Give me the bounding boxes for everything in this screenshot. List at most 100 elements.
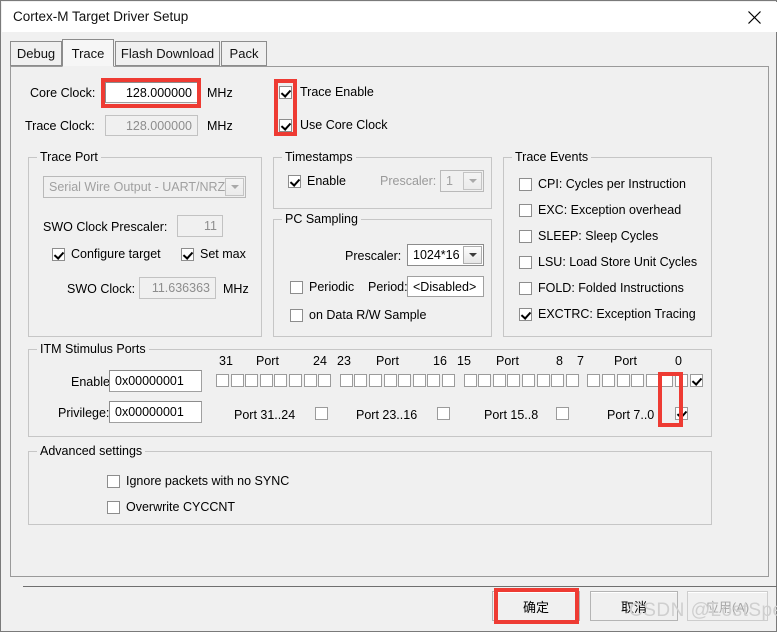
trace-clock-unit: MHz xyxy=(207,119,233,133)
pc-prescaler-select[interactable]: 1024*16 xyxy=(407,244,484,266)
itm-port-bit-20[interactable] xyxy=(383,374,397,387)
itm-group-23-16-checkbox[interactable] xyxy=(437,407,450,420)
pc-prescaler-label: Prescaler: xyxy=(345,249,402,263)
itm-port-bit-9[interactable] xyxy=(551,374,565,387)
tab-trace[interactable]: Trace xyxy=(62,39,114,67)
timestamps-enable-checkbox[interactable] xyxy=(288,175,301,188)
itm-scale-15: 15 xyxy=(457,354,471,368)
itm-port-bit-5[interactable] xyxy=(616,374,630,387)
itm-port-bit-10[interactable] xyxy=(536,374,550,387)
window-title: Cortex-M Target Driver Setup xyxy=(13,9,189,24)
itm-port-bit-0[interactable] xyxy=(689,374,703,387)
itm-port-bit-27[interactable] xyxy=(274,374,288,387)
itm-port-bit-8[interactable] xyxy=(565,374,579,387)
itm-enable-label: Enable: xyxy=(71,375,114,389)
itm-port-bit-7[interactable] xyxy=(587,374,601,387)
itm-port-bit-28[interactable] xyxy=(259,374,273,387)
pc-sampling-group-title: PC Sampling xyxy=(282,212,361,226)
pc-data-rw-checkbox[interactable] xyxy=(290,309,303,322)
itm-port-bit-31[interactable] xyxy=(216,374,229,387)
itm-port-bit-13[interactable] xyxy=(492,374,506,387)
tab-flash-download-label: Flash Download xyxy=(120,46,215,61)
itm-port-bit-2[interactable] xyxy=(660,374,674,387)
itm-port-bit-22[interactable] xyxy=(354,374,368,387)
close-icon[interactable] xyxy=(731,2,777,32)
trace-clock-input: 128.000000 xyxy=(105,115,198,136)
pc-periodic-checkbox[interactable] xyxy=(290,281,303,294)
ignore-no-sync-label: Ignore packets with no SYNC xyxy=(126,474,290,488)
itm-stimulus-ports-group: ITM Stimulus Ports Enable: 0x00000001 Pr… xyxy=(28,342,712,437)
configure-target-checkbox[interactable] xyxy=(52,248,65,261)
pc-period-label: Period: xyxy=(368,280,408,294)
itm-port-bit-6[interactable] xyxy=(602,374,615,387)
core-clock-unit: MHz xyxy=(207,86,233,100)
trace-port-group: Trace Port Serial Wire Output - UART/NRZ… xyxy=(28,150,262,337)
trace-enable-label: Trace Enable xyxy=(300,85,374,99)
set-max-checkbox[interactable] xyxy=(181,248,194,261)
itm-port-bit-16[interactable] xyxy=(442,374,455,387)
ok-button-label: 确定 xyxy=(522,599,549,615)
chevron-down-icon[interactable] xyxy=(463,246,482,264)
trace-event-lsu-checkbox[interactable] xyxy=(519,256,532,269)
timestamps-prescaler-select[interactable]: 1 xyxy=(440,170,484,192)
itm-scale-port-b: Port xyxy=(376,354,399,368)
tab-flash-download[interactable]: Flash Download xyxy=(115,41,220,66)
itm-port-bit-24[interactable] xyxy=(318,374,332,387)
itm-port-bit-23[interactable] xyxy=(339,374,353,387)
trace-events-group-title: Trace Events xyxy=(512,150,592,164)
itm-enable-input[interactable]: 0x00000001 xyxy=(109,370,202,392)
trace-event-cpi-checkbox[interactable] xyxy=(519,178,532,191)
timestamps-prescaler-label: Prescaler: xyxy=(380,174,437,188)
itm-group-7-0-checkbox[interactable] xyxy=(675,407,688,420)
itm-port-bit-1[interactable] xyxy=(675,374,688,387)
trace-event-sleep-checkbox[interactable] xyxy=(519,230,532,243)
pc-data-rw-label: on Data R/W Sample xyxy=(309,308,427,322)
trace-event-exctrc-checkbox[interactable] xyxy=(519,308,532,321)
itm-scale-port-d: Port xyxy=(614,354,637,368)
trace-event-fold-checkbox[interactable] xyxy=(519,282,532,295)
itm-port-bit-17[interactable] xyxy=(427,374,441,387)
itm-group-15-8-checkbox[interactable] xyxy=(556,407,569,420)
trace-protocol-select[interactable]: Serial Wire Output - UART/NRZ xyxy=(43,176,246,198)
core-clock-input[interactable]: 128.000000 xyxy=(105,82,198,103)
itm-port-bit-30[interactable] xyxy=(230,374,244,387)
tab-pack[interactable]: Pack xyxy=(221,41,267,66)
itm-port-bit-29[interactable] xyxy=(245,374,259,387)
itm-port-bit-21[interactable] xyxy=(369,374,382,387)
ok-button[interactable]: 确定 xyxy=(492,591,580,621)
tab-debug-label: Debug xyxy=(16,46,56,61)
timestamps-prescaler-value: 1 xyxy=(446,174,453,188)
swo-prescaler-input[interactable]: 11 xyxy=(177,215,223,237)
itm-port-bit-11[interactable] xyxy=(522,374,535,387)
itm-port-bit-12[interactable] xyxy=(507,374,521,387)
itm-port-bit-19[interactable] xyxy=(398,374,412,387)
itm-group-31-24-checkbox[interactable] xyxy=(315,407,328,420)
chevron-down-icon[interactable] xyxy=(225,178,244,196)
itm-port-bit-18[interactable] xyxy=(412,374,426,387)
tab-debug[interactable]: Debug xyxy=(10,41,62,66)
itm-port-bit-26[interactable] xyxy=(289,374,302,387)
advanced-group-title: Advanced settings xyxy=(37,444,146,458)
tab-pack-label: Pack xyxy=(229,46,259,61)
pc-sampling-group: PC Sampling Prescaler: 1024*16 Periodic … xyxy=(273,212,492,337)
itm-group-23-16-label: Port 23..16 xyxy=(356,408,418,422)
itm-port-bit-3[interactable] xyxy=(645,374,659,387)
swo-clock-unit: MHz xyxy=(223,282,249,296)
trace-event-exc-checkbox[interactable] xyxy=(519,204,532,217)
trace-enable-checkbox[interactable] xyxy=(279,86,292,99)
ignore-no-sync-checkbox[interactable] xyxy=(107,475,120,488)
title-bar: Cortex-M Target Driver Setup xyxy=(2,2,777,32)
chevron-down-icon[interactable] xyxy=(463,172,482,190)
itm-group-15-8-label: Port 15..8 xyxy=(484,408,539,422)
trace-event-exc-label: EXC: Exception overhead xyxy=(538,203,682,217)
overwrite-cyccnt-checkbox[interactable] xyxy=(107,501,120,514)
itm-port-bit-4[interactable] xyxy=(631,374,645,387)
itm-privilege-input[interactable]: 0x00000001 xyxy=(109,401,202,423)
itm-group-title: ITM Stimulus Ports xyxy=(37,342,149,356)
itm-port-bit-14[interactable] xyxy=(478,374,492,387)
timestamps-group-title: Timestamps xyxy=(282,150,356,164)
itm-port-bit-25[interactable] xyxy=(303,374,317,387)
itm-port-bit-15[interactable] xyxy=(463,374,477,387)
tab-trace-label: Trace xyxy=(71,45,105,61)
use-core-clock-checkbox[interactable] xyxy=(279,119,292,132)
